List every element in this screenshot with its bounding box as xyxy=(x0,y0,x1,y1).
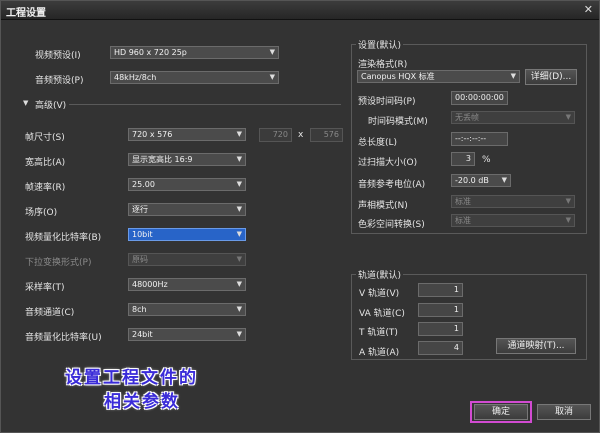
audio-bit-value: 24bit xyxy=(132,330,153,339)
chevron-down-icon: ▼ xyxy=(501,176,507,184)
cancel-button[interactable]: 取消 xyxy=(537,404,591,420)
overscan-field[interactable]: 3 xyxy=(451,152,475,166)
audio-channels-label: 音频通道(C) xyxy=(25,308,75,318)
phase-mode-select[interactable]: 标准 ▼ xyxy=(451,195,575,208)
title-bar: 工程设置 ✕ xyxy=(1,1,599,20)
chevron-down-icon: ▼ xyxy=(565,216,571,224)
chevron-down-icon: ▼ xyxy=(565,113,571,121)
frame-size-x: x xyxy=(298,130,304,140)
video-bit-label: 视频量化比特率(B) xyxy=(25,233,102,243)
timecode-mode-label: 时间码模式(M) xyxy=(368,117,428,127)
frame-rate-value: 25.00 xyxy=(132,180,155,189)
color-space-label: 色彩空间转换(S) xyxy=(358,220,425,230)
render-format-select[interactable]: Canopus HQX 标准 ▼ xyxy=(357,70,520,83)
audio-channels-select[interactable]: 8ch ▼ xyxy=(128,303,246,316)
render-format-value: Canopus HQX 标准 xyxy=(361,72,435,81)
chevron-down-icon: ▼ xyxy=(236,280,242,288)
sample-rate-value: 48000Hz xyxy=(132,280,168,289)
audio-channels-value: 8ch xyxy=(132,305,147,314)
chevron-down-icon: ▼ xyxy=(236,155,242,163)
va-track-field[interactable]: 1 xyxy=(418,303,463,317)
caption-line1: 设置工程文件的 xyxy=(65,368,198,388)
chevron-down-icon: ▼ xyxy=(236,205,242,213)
sample-rate-label: 采样率(T) xyxy=(25,283,65,293)
audio-ref-select[interactable]: -20.0 dB ▼ xyxy=(451,174,511,187)
audio-bit-select[interactable]: 24bit ▼ xyxy=(128,328,246,341)
frame-rate-select[interactable]: 25.00 ▼ xyxy=(128,178,246,191)
frame-size-value: 720 x 576 xyxy=(132,130,173,139)
channel-mapping-button[interactable]: 通道映射(T)... xyxy=(496,338,576,354)
chevron-down-icon: ▼ xyxy=(565,197,571,205)
field-order-label: 场序(O) xyxy=(25,208,58,218)
sample-rate-select[interactable]: 48000Hz ▼ xyxy=(128,278,246,291)
total-length-field[interactable]: --:--:--:-- xyxy=(451,132,508,146)
t-track-label: T 轨道(T) xyxy=(359,328,398,338)
chevron-down-icon: ▼ xyxy=(236,180,242,188)
collapse-triangle-icon[interactable]: ▼ xyxy=(23,99,28,107)
caption-line2: 相关参数 xyxy=(104,392,180,412)
color-space-select[interactable]: 标准 ▼ xyxy=(451,214,575,227)
video-bit-select[interactable]: 10bit ▼ xyxy=(128,228,246,241)
pulldown-label: 下拉变换形式(P) xyxy=(25,258,92,268)
audio-ref-value: -20.0 dB xyxy=(455,176,489,185)
phase-mode-label: 声相模式(N) xyxy=(358,201,408,211)
aspect-label: 宽高比(A) xyxy=(25,158,66,168)
audio-ref-label: 音频参考电位(A) xyxy=(358,180,426,190)
audio-preset-value: 48kHz/8ch xyxy=(114,73,157,82)
field-order-select[interactable]: 逐行 ▼ xyxy=(128,203,246,216)
close-icon[interactable]: ✕ xyxy=(584,3,593,16)
detail-button[interactable]: 详细(D)... xyxy=(525,69,577,85)
va-track-label: VA 轨道(C) xyxy=(359,309,405,319)
settings-group-title: 设置(默认) xyxy=(356,38,404,51)
chevron-down-icon: ▼ xyxy=(236,255,242,263)
timecode-mode-select[interactable]: 无丢帧 ▼ xyxy=(451,111,575,124)
aspect-select[interactable]: 显示宽高比 16:9 ▼ xyxy=(128,153,246,166)
v-track-label: V 轨道(V) xyxy=(359,289,400,299)
chevron-down-icon: ▼ xyxy=(236,305,242,313)
phase-mode-value: 标准 xyxy=(455,197,471,206)
pulldown-select[interactable]: 原码 ▼ xyxy=(128,253,246,266)
preset-timecode-field[interactable]: 00:00:00:00 xyxy=(451,91,508,105)
advanced-divider xyxy=(69,104,341,105)
frame-rate-label: 帧速率(R) xyxy=(25,183,66,193)
video-bit-value: 10bit xyxy=(132,230,153,239)
ok-button[interactable]: 确定 xyxy=(474,404,528,420)
total-length-label: 总长度(L) xyxy=(358,138,398,148)
chevron-down-icon: ▼ xyxy=(236,330,242,338)
overscan-unit: % xyxy=(482,155,491,165)
frame-width-field[interactable]: 720 xyxy=(259,128,292,142)
field-order-value: 逐行 xyxy=(132,205,148,214)
render-format-label: 渲染格式(R) xyxy=(358,60,408,70)
chevron-down-icon: ▼ xyxy=(510,72,516,80)
color-space-value: 标准 xyxy=(455,216,471,225)
audio-bit-label: 音频量化比特率(U) xyxy=(25,333,102,343)
tracks-group-title: 轨道(默认) xyxy=(356,268,404,281)
audio-preset-select[interactable]: 48kHz/8ch ▼ xyxy=(110,71,279,84)
audio-preset-label: 音频预设(P) xyxy=(35,76,84,86)
frame-size-label: 帧尺寸(S) xyxy=(25,133,65,143)
chevron-down-icon: ▼ xyxy=(236,130,242,138)
t-track-field[interactable]: 1 xyxy=(418,322,463,336)
pulldown-value: 原码 xyxy=(132,255,148,264)
project-settings-dialog: 工程设置 ✕ 视频预设(I) HD 960 x 720 25p ▼ 音频预设(P)… xyxy=(0,0,600,433)
a-track-label: A 轨道(A) xyxy=(359,348,400,358)
video-preset-value: HD 960 x 720 25p xyxy=(114,48,187,57)
video-preset-select[interactable]: HD 960 x 720 25p ▼ xyxy=(110,46,279,59)
dialog-title: 工程设置 xyxy=(6,8,46,19)
preset-timecode-label: 预设时间码(P) xyxy=(358,97,416,107)
frame-size-select[interactable]: 720 x 576 ▼ xyxy=(128,128,246,141)
advanced-toggle[interactable]: 高级(V) xyxy=(35,98,66,111)
v-track-field[interactable]: 1 xyxy=(418,283,463,297)
overscan-label: 过扫描大小(O) xyxy=(358,158,418,168)
frame-height-field[interactable]: 576 xyxy=(310,128,343,142)
chevron-down-icon: ▼ xyxy=(269,73,275,81)
aspect-value: 显示宽高比 16:9 xyxy=(132,155,193,164)
a-track-field[interactable]: 4 xyxy=(418,341,463,355)
video-preset-label: 视频预设(I) xyxy=(35,51,81,61)
timecode-mode-value: 无丢帧 xyxy=(455,113,479,122)
chevron-down-icon: ▼ xyxy=(236,230,242,238)
chevron-down-icon: ▼ xyxy=(269,48,275,56)
